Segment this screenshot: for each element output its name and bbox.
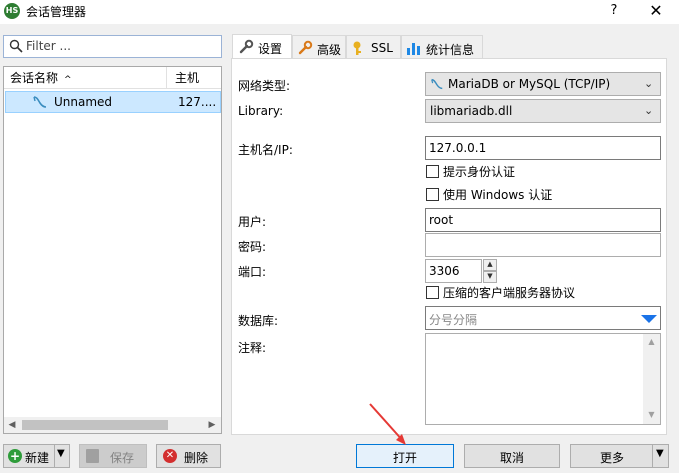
bar-chart-icon — [407, 43, 420, 55]
password-input[interactable] — [425, 233, 661, 257]
window-title: 会话管理器 — [26, 5, 87, 19]
windows-auth-label: 使用 Windows 认证 — [443, 188, 553, 202]
arrow-up-icon: ▲ — [487, 260, 493, 268]
compressed-protocol-checkbox[interactable] — [426, 286, 439, 299]
mariadb-seal-icon — [33, 96, 47, 108]
save-button[interactable]: 保存 — [79, 444, 147, 468]
search-icon — [9, 39, 23, 53]
session-name: Unnamed — [54, 95, 113, 109]
port-label: 端口: — [238, 265, 267, 279]
scroll-down-icon[interactable]: ▼ — [643, 410, 660, 419]
library-label: Library: — [238, 104, 284, 118]
dropdown-triangle-icon[interactable] — [641, 315, 657, 323]
chevron-down-icon: ⌄ — [644, 77, 654, 90]
save-label: 保存 — [110, 451, 135, 465]
app-icon: HS — [4, 3, 20, 19]
network-type-select[interactable]: MariaDB or MySQL (TCP/IP) ⌄ — [425, 72, 661, 96]
databases-placeholder: 分号分隔 — [429, 313, 478, 327]
comment-textarea[interactable]: ▲ ▼ — [425, 333, 661, 425]
more-label: 更多 — [599, 451, 624, 465]
more-button[interactable]: 更多 ▼ — [570, 444, 669, 468]
user-input[interactable]: root — [425, 208, 661, 232]
scroll-right-icon[interactable]: ▶ — [206, 419, 218, 431]
user-label: 用户: — [238, 215, 267, 229]
compressed-protocol-label: 压缩的客户端服务器协议 — [443, 286, 576, 300]
port-value: 3306 — [429, 264, 460, 278]
annotation-arrow-icon — [369, 403, 406, 445]
lock-icon — [353, 41, 361, 55]
scroll-up-icon[interactable]: ▲ — [643, 337, 660, 346]
cancel-label: 取消 — [499, 451, 524, 465]
delete-icon: ✕ — [163, 449, 177, 463]
session-host: 127.... — [178, 95, 217, 109]
filter-input[interactable]: Filter ... — [3, 35, 222, 58]
network-type-label: 网络类型: — [238, 79, 291, 93]
tab-ssl[interactable]: SSL — [346, 35, 401, 58]
plus-icon: + — [8, 449, 22, 463]
floppy-disk-icon — [86, 449, 99, 463]
sort-ascending-icon: ^ — [64, 75, 72, 85]
open-label: 打开 — [392, 451, 417, 465]
delete-label: 删除 — [184, 451, 209, 465]
tab-label: 统计信息 — [426, 43, 475, 57]
new-session-button[interactable]: + 新建 ▼ — [3, 444, 70, 468]
prompt-credentials-checkbox[interactable] — [426, 165, 439, 178]
windows-auth-checkbox[interactable] — [426, 188, 439, 201]
mariadb-seal-icon — [431, 78, 443, 90]
column-header-host[interactable]: 主机 — [167, 67, 221, 89]
databases-input[interactable]: 分号分隔 — [425, 306, 661, 330]
cancel-button[interactable]: 取消 — [464, 444, 560, 468]
dropdown-arrow-icon[interactable]: ▼ — [656, 448, 664, 459]
scroll-left-icon[interactable]: ◀ — [6, 419, 18, 431]
tab-statistics[interactable]: 统计信息 — [401, 35, 483, 58]
library-select[interactable]: libmariadb.dll ⌄ — [425, 99, 661, 123]
databases-label: 数据库: — [238, 314, 279, 328]
column-header-name[interactable]: 会话名称 ^ — [4, 67, 167, 89]
scrollbar-thumb[interactable] — [22, 420, 168, 430]
list-header: 会话名称 ^ 主机 — [4, 67, 221, 89]
dropdown-arrow-icon[interactable]: ▼ — [57, 448, 65, 459]
split-divider — [652, 445, 653, 467]
port-increment[interactable]: ▲ — [483, 259, 497, 271]
hostname-label: 主机名/IP: — [238, 143, 293, 157]
split-divider — [54, 445, 55, 467]
chevron-down-icon: ⌄ — [644, 104, 654, 117]
wrench-orange-icon — [298, 40, 313, 55]
tab-label: 高级 — [317, 43, 342, 57]
prompt-credentials-label: 提示身份认证 — [443, 165, 516, 179]
vertical-scrollbar[interactable]: ▲ ▼ — [643, 334, 660, 424]
comment-label: 注释: — [238, 341, 267, 355]
new-label: 新建 — [25, 451, 50, 465]
filter-placeholder: Filter ... — [26, 39, 71, 53]
wrench-icon — [239, 39, 254, 54]
title-bar: HS 会话管理器 ? ✕ — [0, 0, 679, 24]
port-decrement[interactable]: ▼ — [483, 271, 497, 283]
arrow-down-icon: ▼ — [487, 272, 493, 280]
horizontal-scrollbar[interactable]: ◀ ▶ — [4, 417, 221, 433]
hostname-input[interactable]: 127.0.0.1 — [425, 136, 661, 160]
tab-advanced[interactable]: 高级 — [292, 35, 346, 58]
tab-label: SSL — [371, 41, 393, 55]
library-value: libmariadb.dll — [430, 104, 513, 118]
session-row[interactable]: Unnamed 127.... — [5, 91, 221, 113]
password-label: 密码: — [238, 240, 267, 254]
settings-panel: 网络类型: MariaDB or MySQL (TCP/IP) ⌄ Librar… — [231, 58, 667, 435]
tab-label: 设置 — [258, 42, 283, 56]
delete-button[interactable]: ✕ 删除 — [156, 444, 221, 468]
network-type-value: MariaDB or MySQL (TCP/IP) — [448, 77, 611, 91]
port-input[interactable]: 3306 — [425, 259, 482, 283]
close-button[interactable]: ✕ — [645, 0, 667, 22]
tab-settings[interactable]: 设置 — [232, 34, 292, 59]
help-button[interactable]: ? — [605, 1, 623, 21]
user-value: root — [429, 213, 454, 227]
session-list[interactable]: 会话名称 ^ 主机 Unnamed 127.... ◀ ▶ — [3, 66, 222, 434]
hostname-value: 127.0.0.1 — [429, 141, 487, 155]
